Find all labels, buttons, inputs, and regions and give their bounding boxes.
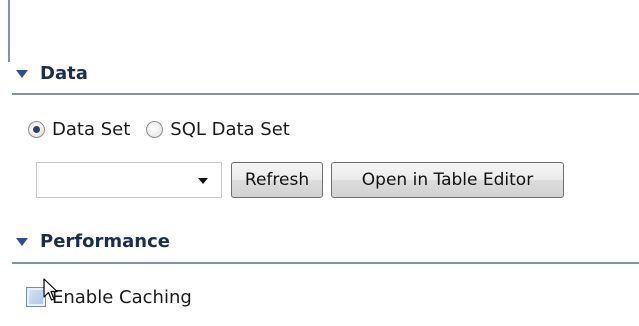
- refresh-button[interactable]: Refresh: [231, 162, 323, 198]
- performance-section-header[interactable]: Performance: [16, 228, 170, 254]
- performance-section-divider: [12, 262, 639, 264]
- radio-sql-data-set-label[interactable]: SQL Data Set: [170, 119, 290, 140]
- triangle-down-icon[interactable]: [16, 238, 28, 246]
- radio-selected-dot: [33, 125, 40, 133]
- dataset-combo[interactable]: [36, 162, 222, 198]
- chevron-down-icon[interactable]: [198, 178, 208, 184]
- enable-caching-label[interactable]: Enable Caching: [52, 287, 192, 308]
- data-section-title: Data: [40, 62, 88, 84]
- open-in-table-editor-button[interactable]: Open in Table Editor: [331, 162, 564, 198]
- panel-left-border: [8, 0, 10, 62]
- data-section-divider: [12, 93, 639, 95]
- mouse-pointer-icon: [43, 278, 58, 301]
- performance-section-title: Performance: [40, 230, 170, 252]
- radio-data-set-label[interactable]: Data Set: [52, 119, 130, 140]
- radio-data-set[interactable]: [28, 120, 45, 138]
- dataset-type-radio-group: Data Set SQL Data Set: [28, 116, 306, 142]
- triangle-down-icon[interactable]: [16, 70, 28, 78]
- radio-sql-data-set[interactable]: [146, 120, 164, 138]
- dataset-controls-row: Refresh Open in Table Editor: [36, 160, 564, 200]
- properties-panel: Data Data Set SQL Data Set Refresh Open …: [0, 0, 639, 326]
- data-section-header[interactable]: Data: [16, 60, 88, 86]
